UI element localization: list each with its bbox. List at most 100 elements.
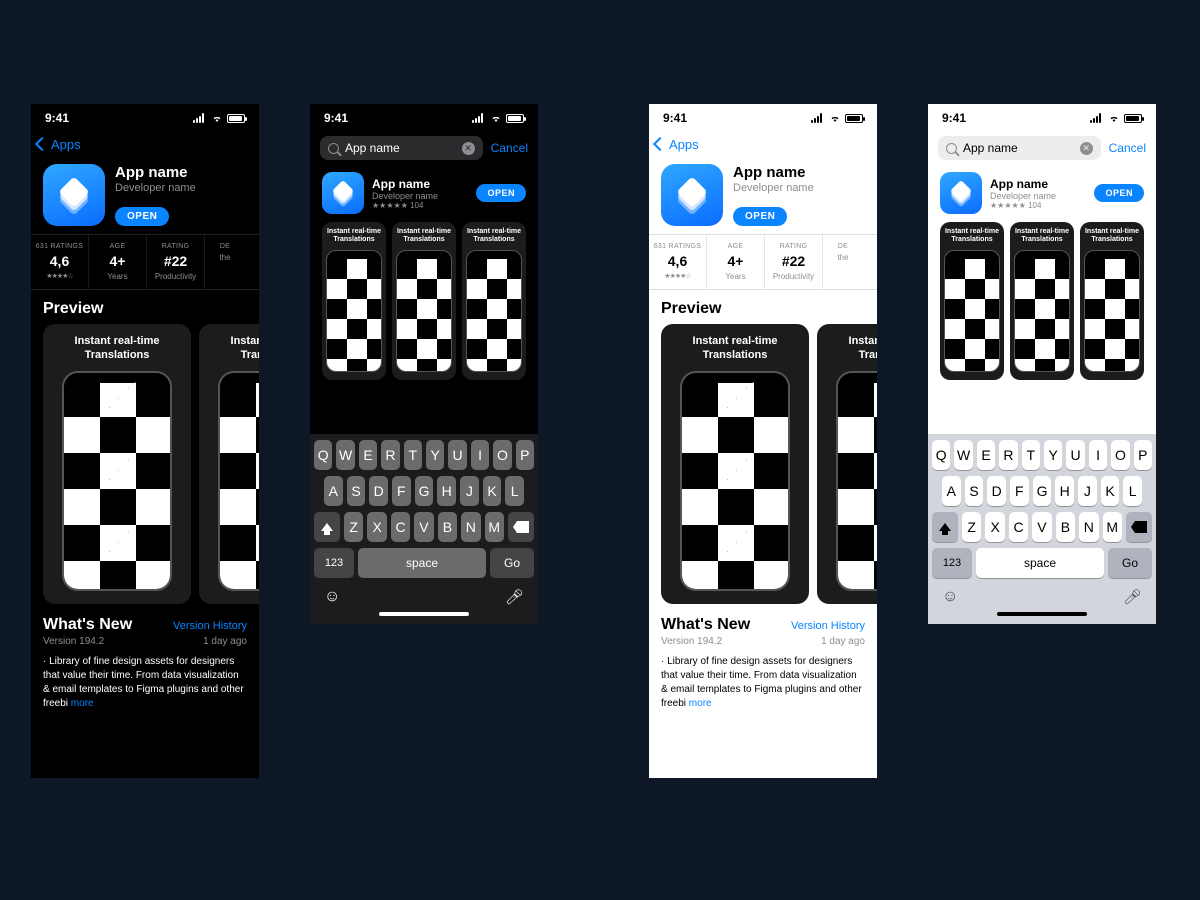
keyboard[interactable]: QWERTYUIOP ASDFGHJKL ZXCVBNM 123 space G… [310, 434, 538, 624]
developer-name[interactable]: Developer name [733, 182, 865, 194]
key-i[interactable]: I [1089, 440, 1107, 470]
cancel-button[interactable]: Cancel [1109, 141, 1146, 155]
numbers-key[interactable]: 123 [932, 548, 972, 578]
key-l[interactable]: L [505, 476, 524, 506]
result-previews[interactable]: Instant real-time Translations Instant r… [310, 222, 538, 390]
key-v[interactable]: V [414, 512, 433, 542]
mic-icon[interactable]: 🎤︎ [1123, 588, 1142, 606]
preview-card[interactable]: Instant real-time Translations [462, 222, 526, 380]
key-p[interactable]: P [1134, 440, 1152, 470]
key-n[interactable]: N [1079, 512, 1098, 542]
app-icon[interactable] [940, 172, 982, 214]
key-b[interactable]: B [438, 512, 457, 542]
shift-key[interactable] [932, 512, 958, 542]
key-x[interactable]: X [367, 512, 386, 542]
preview-card[interactable]: Instant real-time Translations [1010, 222, 1074, 380]
go-key[interactable]: Go [490, 548, 534, 578]
go-key[interactable]: Go [1108, 548, 1152, 578]
key-h[interactable]: H [437, 476, 456, 506]
key-q[interactable]: Q [314, 440, 332, 470]
key-w[interactable]: W [954, 440, 972, 470]
key-d[interactable]: D [369, 476, 388, 506]
preview-card[interactable]: Instant real-time Translations [817, 324, 877, 604]
key-g[interactable]: G [415, 476, 434, 506]
result-header[interactable]: App name Developer name ★★★★★ 104 OPEN [310, 164, 538, 222]
space-key[interactable]: space [358, 548, 486, 578]
key-q[interactable]: Q [932, 440, 950, 470]
preview-card[interactable]: Instant real-time Translations [1080, 222, 1144, 380]
key-c[interactable]: C [391, 512, 410, 542]
key-z[interactable]: Z [344, 512, 363, 542]
emoji-icon[interactable]: ☺ [942, 588, 958, 606]
open-button[interactable]: OPEN [115, 207, 169, 226]
key-a[interactable]: A [324, 476, 343, 506]
key-t[interactable]: T [1022, 440, 1040, 470]
key-n[interactable]: N [461, 512, 480, 542]
space-key[interactable]: space [976, 548, 1104, 578]
key-l[interactable]: L [1123, 476, 1142, 506]
key-u[interactable]: U [448, 440, 466, 470]
key-g[interactable]: G [1033, 476, 1052, 506]
more-link[interactable]: more [689, 698, 712, 709]
back-button[interactable]: Apps [37, 137, 81, 152]
preview-card[interactable]: Instant real-time Translations [940, 222, 1004, 380]
key-a[interactable]: A [942, 476, 961, 506]
version-history-link[interactable]: Version History [173, 620, 247, 632]
key-e[interactable]: E [977, 440, 995, 470]
preview-card[interactable]: Instant real-time Translations [43, 324, 191, 604]
preview-card[interactable]: Instant real-time Translations [199, 324, 259, 604]
search-input[interactable]: App name ✕ [938, 136, 1101, 160]
info-strip[interactable]: 631 RATINGS4,6★★★★☆ AGE4+Years RATING#22… [31, 234, 259, 290]
key-o[interactable]: O [1111, 440, 1129, 470]
more-link[interactable]: more [71, 698, 94, 709]
preview-row[interactable]: Instant real-time Translations Instant r… [31, 324, 259, 604]
key-i[interactable]: I [471, 440, 489, 470]
info-strip[interactable]: 631 RATINGS4,6★★★★☆ AGE4+Years RATING#22… [649, 234, 877, 290]
open-button[interactable]: OPEN [476, 184, 526, 202]
key-m[interactable]: M [1103, 512, 1122, 542]
key-m[interactable]: M [485, 512, 504, 542]
clear-icon[interactable]: ✕ [1080, 142, 1093, 155]
home-indicator[interactable] [379, 612, 469, 616]
key-e[interactable]: E [359, 440, 377, 470]
preview-card[interactable]: Instant real-time Translations [661, 324, 809, 604]
key-j[interactable]: J [1078, 476, 1097, 506]
app-icon[interactable] [322, 172, 364, 214]
shift-key[interactable] [314, 512, 340, 542]
key-t[interactable]: T [404, 440, 422, 470]
result-header[interactable]: App name Developer name ★★★★★ 104 OPEN [928, 164, 1156, 222]
key-h[interactable]: H [1055, 476, 1074, 506]
emoji-icon[interactable]: ☺ [324, 588, 340, 606]
clear-icon[interactable]: ✕ [462, 142, 475, 155]
key-u[interactable]: U [1066, 440, 1084, 470]
key-d[interactable]: D [987, 476, 1006, 506]
key-f[interactable]: F [1010, 476, 1029, 506]
app-icon[interactable] [43, 164, 105, 226]
key-p[interactable]: P [516, 440, 534, 470]
preview-card[interactable]: Instant real-time Translations [322, 222, 386, 380]
numbers-key[interactable]: 123 [314, 548, 354, 578]
backspace-key[interactable] [508, 512, 534, 542]
key-b[interactable]: B [1056, 512, 1075, 542]
open-button[interactable]: OPEN [733, 207, 787, 226]
key-w[interactable]: W [336, 440, 354, 470]
key-o[interactable]: O [493, 440, 511, 470]
home-indicator[interactable] [997, 612, 1087, 616]
key-v[interactable]: V [1032, 512, 1051, 542]
open-button[interactable]: OPEN [1094, 184, 1144, 202]
key-j[interactable]: J [460, 476, 479, 506]
key-c[interactable]: C [1009, 512, 1028, 542]
key-x[interactable]: X [985, 512, 1004, 542]
backspace-key[interactable] [1126, 512, 1152, 542]
developer-name[interactable]: Developer name [115, 182, 247, 194]
key-s[interactable]: S [347, 476, 366, 506]
key-r[interactable]: R [381, 440, 399, 470]
key-z[interactable]: Z [962, 512, 981, 542]
mic-icon[interactable]: 🎤︎ [505, 588, 524, 606]
result-previews[interactable]: Instant real-time Translations Instant r… [928, 222, 1156, 390]
key-k[interactable]: K [1101, 476, 1120, 506]
version-history-link[interactable]: Version History [791, 620, 865, 632]
preview-row[interactable]: Instant real-time Translations Instant r… [649, 324, 877, 604]
cancel-button[interactable]: Cancel [491, 141, 528, 155]
back-button[interactable]: Apps [655, 137, 699, 152]
